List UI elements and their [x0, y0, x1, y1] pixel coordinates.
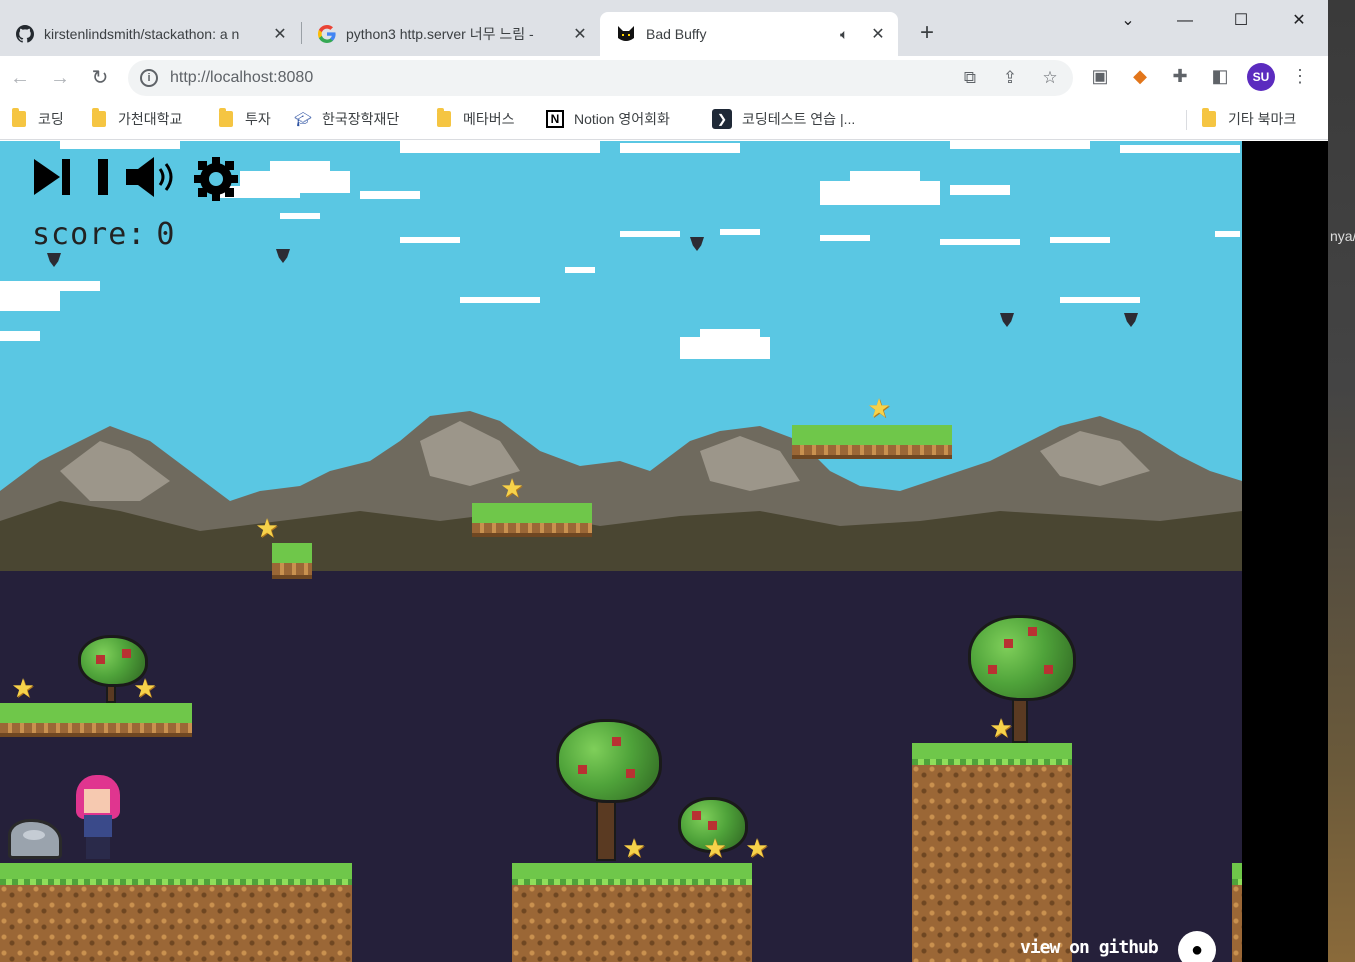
floating-platform: [272, 543, 312, 579]
background-window-text: nya/: [1330, 228, 1355, 244]
github-icon[interactable]: ●: [1178, 931, 1216, 962]
bookmark-other[interactable]: 기타 북마크: [1202, 108, 1296, 130]
code-icon: ❯: [712, 109, 732, 129]
floating-platform: [0, 703, 192, 737]
player-character: [76, 775, 120, 861]
bookmark-metaverse[interactable]: 메타버스: [437, 108, 515, 130]
pause-button[interactable]: [96, 155, 116, 203]
github-icon: [16, 25, 34, 43]
tab-close-icon[interactable]: ✕: [272, 24, 288, 44]
collectible-star: ★: [133, 673, 157, 703]
url-text: http://localhost:8080: [170, 69, 314, 86]
bookmark-gachon[interactable]: 가천대학교: [92, 108, 182, 130]
ground-block: [0, 863, 352, 962]
bookmarks-bar: 코딩 가천대학교 투자 🎓︎ 한국장학재단 메타버스 N Notion 영어회화…: [0, 100, 1328, 140]
bookmark-label: 투자: [245, 111, 271, 127]
tab-strip: kirstenlindsmith/stackathon: a n ✕ pytho…: [0, 0, 1328, 56]
side-panel-icon[interactable]: ◧: [1208, 64, 1232, 88]
close-window-button[interactable]: ✕: [1276, 6, 1322, 36]
floating-platform: [792, 425, 952, 459]
clouds: [0, 141, 1240, 359]
reload-button[interactable]: ↻: [86, 64, 114, 92]
collectible-star: ★: [745, 833, 769, 863]
back-button[interactable]: ←: [6, 64, 34, 92]
notion-icon: N: [546, 110, 564, 128]
speaker-icon[interactable]: 🔈︎: [840, 26, 858, 43]
bookmark-star-icon[interactable]: ☆: [1040, 68, 1060, 88]
bookmark-coding[interactable]: 코딩: [12, 108, 64, 130]
play-icon: [34, 159, 70, 195]
tab-stackathon[interactable]: kirstenlindsmith/stackathon: a n ✕: [0, 12, 300, 56]
page-viewport: score: 0 ★ ★ ★ ★ ★ ★ ★ ★ ★ view on githu…: [0, 141, 1328, 962]
tab-search-chevron-icon[interactable]: ⌄: [1105, 6, 1151, 36]
translate-icon[interactable]: ⧉: [960, 68, 980, 88]
tab-python-http[interactable]: python3 http.server 너무 느림 - ✕: [302, 12, 600, 56]
graduation-cap-icon: 🎓︎: [294, 111, 312, 127]
sound-button[interactable]: [124, 155, 180, 203]
floating-platform: [472, 503, 592, 537]
bookmark-label: 코딩테스트 연습 |...: [742, 111, 856, 127]
maximize-button[interactable]: ☐: [1218, 6, 1264, 36]
score-value: 0: [156, 217, 176, 252]
tab-close-icon[interactable]: ✕: [870, 24, 886, 44]
pause-icon: [98, 159, 108, 195]
rock-obstacle: [8, 819, 62, 859]
bookmarks-divider: [1186, 110, 1187, 130]
tab-bad-buffy[interactable]: Bad Buffy 🔈︎ ✕: [600, 12, 898, 56]
bookmark-invest[interactable]: 투자: [219, 108, 271, 130]
ground-block: [1232, 863, 1242, 962]
metamask-icon[interactable]: ◆: [1128, 64, 1152, 88]
collectible-star: ★: [11, 673, 35, 703]
settings-icon: [194, 157, 238, 201]
bookmark-label: Notion 영어회화: [574, 111, 670, 127]
tree: [968, 615, 1076, 743]
play-button[interactable]: [30, 155, 74, 203]
tab-close-icon[interactable]: ✕: [572, 24, 588, 44]
sound-icon: [126, 157, 173, 197]
settings-button[interactable]: [192, 155, 242, 203]
share-icon[interactable]: ⇪: [1000, 68, 1020, 88]
score-display: score: 0: [32, 217, 175, 252]
bookmark-coding-test[interactable]: ❯ 코딩테스트 연습 |...: [712, 108, 855, 130]
cat-icon: [618, 26, 634, 41]
collectible-star: ★: [867, 393, 891, 423]
address-bar[interactable]: i http://localhost:8080 ⧉ ⇪ ☆: [128, 60, 1073, 96]
folder-icon: [1202, 108, 1216, 127]
bookmark-label: 한국장학재단: [322, 111, 400, 127]
folder-icon: [437, 108, 451, 127]
browser-window: kirstenlindsmith/stackathon: a n ✕ pytho…: [0, 0, 1328, 962]
site-info-icon[interactable]: i: [140, 69, 158, 87]
extensions-puzzle-icon[interactable]: ✚: [1168, 64, 1192, 88]
bookmark-label: 기타 북마크: [1228, 111, 1297, 127]
tab-title: python3 http.server 너무 느림 -: [346, 26, 534, 42]
collectible-star: ★: [989, 713, 1013, 743]
tab-title: kirstenlindsmith/stackathon: a n: [44, 26, 240, 42]
tab-title: Bad Buffy: [646, 26, 707, 42]
score-label: score:: [32, 217, 147, 252]
profile-avatar[interactable]: SU: [1247, 63, 1275, 91]
collectible-star: ★: [703, 833, 727, 863]
folder-icon: [219, 108, 233, 127]
collectible-star: ★: [622, 833, 646, 863]
menu-kebab-icon[interactable]: ⋮: [1288, 64, 1312, 88]
game-canvas[interactable]: score: 0 ★ ★ ★ ★ ★ ★ ★ ★ ★ view on githu…: [0, 141, 1242, 962]
forward-button[interactable]: →: [46, 64, 74, 92]
bookmark-label: 메타버스: [463, 111, 515, 127]
desktop-background: nya/: [1328, 0, 1355, 962]
folder-icon: [12, 108, 26, 127]
view-on-github-link[interactable]: view on github: [1020, 937, 1159, 958]
ground-block: [512, 863, 752, 962]
folder-icon: [92, 108, 106, 127]
bookmark-notion[interactable]: N Notion 영어회화: [546, 108, 670, 130]
bookmark-label: 코딩: [38, 111, 64, 127]
new-tab-button[interactable]: +: [913, 20, 941, 48]
collectible-star: ★: [255, 513, 279, 543]
minimize-button[interactable]: —: [1162, 6, 1208, 36]
bookmark-label: 가천대학교: [118, 111, 183, 127]
ground-block: [912, 743, 1072, 962]
google-icon: [318, 25, 336, 43]
bookmark-scholarship[interactable]: 🎓︎ 한국장학재단: [294, 108, 399, 130]
extension-icon[interactable]: ▣: [1088, 64, 1112, 88]
collectible-star: ★: [500, 473, 524, 503]
